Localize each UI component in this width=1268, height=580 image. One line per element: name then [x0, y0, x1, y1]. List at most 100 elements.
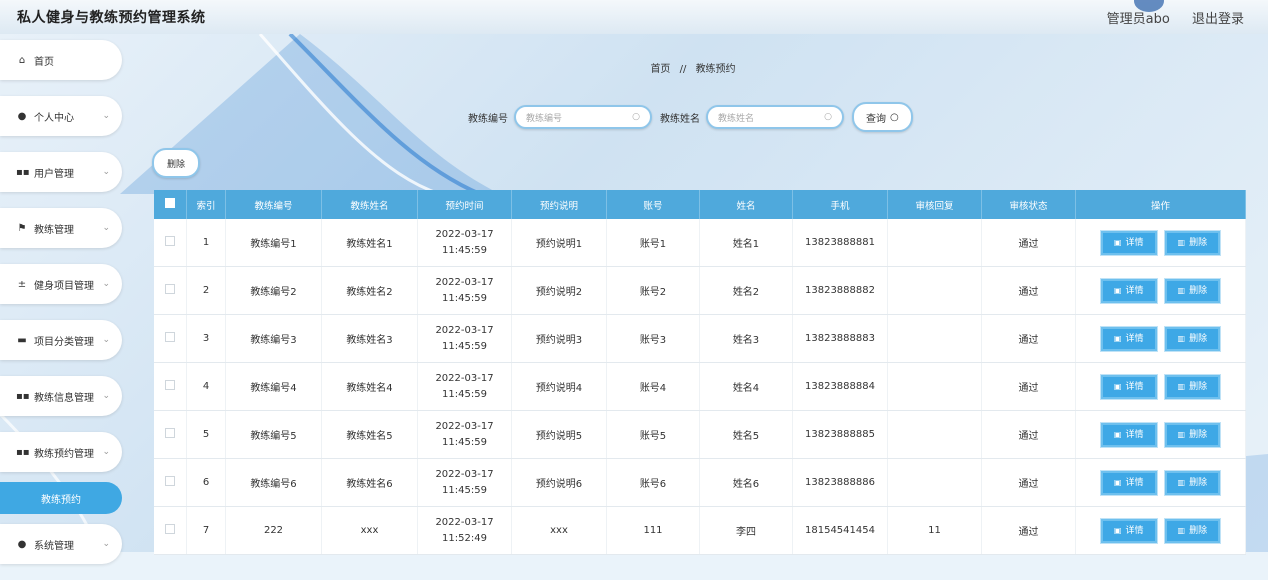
sidebar-subitem-coach-booking[interactable]: 教练预约 [0, 482, 122, 514]
detail-icon: ▣ [1113, 381, 1122, 391]
cell-coach-no: 教练编号1 [225, 219, 322, 267]
detail-button[interactable]: ▣ 详情 [1100, 422, 1157, 447]
cell-phone: 13823888885 [792, 410, 888, 459]
trash-icon: ▥ [1177, 285, 1186, 295]
cell-index: 1 [186, 219, 226, 267]
sidebar-item-system[interactable]: ● 系统管理 ⌄ [0, 524, 122, 564]
row-select-cell [154, 458, 187, 507]
col-header: 索引 [186, 190, 226, 219]
clear-icon: ○ [632, 112, 640, 122]
cell-name: 姓名6 [699, 458, 793, 507]
query-button[interactable]: 查询 ○ [852, 102, 913, 132]
main-content: 首页 // 教练预约 教练编号 教练编号 ○ 教练姓名 教练姓名 ○ 查询 ○ … [128, 40, 1258, 555]
cell-time: 2022-03-17 11:45:59 [417, 266, 512, 315]
delete-button[interactable]: ▥ 删除 [1164, 326, 1221, 351]
cell-account: 111 [606, 506, 700, 555]
row-checkbox[interactable] [165, 428, 175, 438]
cell-name: 姓名5 [699, 410, 793, 459]
cell-time: 2022-03-17 11:45:59 [417, 314, 512, 363]
sidebar-item-label: 教练信息管理 [34, 392, 94, 404]
delete-button[interactable]: ▥ 删除 [1164, 518, 1221, 543]
detail-button[interactable]: ▣ 详情 [1100, 470, 1157, 495]
coach-name-input[interactable]: 教练姓名 ○ [706, 105, 844, 129]
chevron-down-icon: ⌄ [102, 335, 110, 345]
sidebar-item-home[interactable]: ⌂ 首页 [0, 40, 122, 80]
detail-button[interactable]: ▣ 详情 [1100, 230, 1157, 255]
cell-status: 通过 [981, 458, 1076, 507]
col-header: 账号 [606, 190, 700, 219]
detail-label: 详情 [1125, 477, 1144, 488]
row-select-cell [154, 314, 187, 363]
delete-label: 删除 [1189, 429, 1208, 440]
cell-coach-name: 教练姓名6 [321, 458, 418, 507]
sidebar-item-users[interactable]: ▪▪ 用户管理 ⌄ [0, 152, 122, 192]
clear-icon: ○ [824, 112, 832, 122]
sidebar-item-profile[interactable]: ● 个人中心 ⌄ [0, 96, 122, 136]
delete-button[interactable]: ▥ 删除 [1164, 470, 1221, 495]
select-all-checkbox[interactable] [165, 198, 175, 208]
delete-button[interactable]: ▥ 删除 [1164, 230, 1221, 255]
header-actions: 管理员abo 退出登录 [1089, 8, 1244, 27]
detail-icon: ▣ [1113, 333, 1122, 343]
cell-coach-no: 教练编号5 [225, 410, 322, 459]
detail-button[interactable]: ▣ 详情 [1100, 518, 1157, 543]
cell-phone: 13823888884 [792, 362, 888, 411]
sidebar-item-coaches[interactable]: ⚑ 教练管理 ⌄ [0, 208, 122, 248]
bookmark-icon: ▬ [17, 334, 27, 346]
col-header: 审核状态 [981, 190, 1076, 219]
cell-index: 7 [186, 506, 226, 555]
table-row: 6 教练编号6 教练姓名6 2022-03-17 11:45:59 预约说明6 … [154, 458, 1246, 507]
row-checkbox[interactable] [165, 236, 175, 246]
batch-delete-button[interactable]: 删除 [152, 148, 201, 178]
col-header: 操作 [1075, 190, 1246, 219]
table-body: 1 教练编号1 教练姓名1 2022-03-17 11:45:59 预约说明1 … [154, 219, 1246, 555]
row-checkbox[interactable] [165, 524, 175, 534]
row-checkbox[interactable] [165, 332, 175, 342]
col-header: 教练姓名 [321, 190, 418, 219]
trash-icon: ▥ [1177, 429, 1186, 439]
coach-no-input[interactable]: 教练编号 ○ [514, 105, 652, 129]
sidebar-item-coach-info[interactable]: ▪▪ 教练信息管理 ⌄ [0, 376, 122, 416]
detail-button[interactable]: ▣ 详情 [1100, 278, 1157, 303]
detail-button[interactable]: ▣ 详情 [1100, 326, 1157, 351]
row-checkbox[interactable] [165, 380, 175, 390]
delete-label: 删除 [1189, 525, 1208, 536]
delete-button[interactable]: ▥ 删除 [1164, 422, 1221, 447]
row-checkbox[interactable] [165, 476, 175, 486]
chevron-down-icon: ⌄ [102, 167, 110, 177]
cell-status: 通过 [981, 362, 1076, 411]
cell-coach-no: 教练编号2 [225, 266, 322, 315]
logout-button[interactable]: 退出登录 [1192, 12, 1244, 27]
chevron-down-icon: ⌄ [102, 223, 110, 233]
cell-note: 预约说明5 [511, 410, 607, 459]
trash-icon: ▥ [1177, 525, 1186, 535]
detail-button[interactable]: ▣ 详情 [1100, 374, 1157, 399]
select-all-cell [154, 190, 187, 219]
breadcrumb-home[interactable]: 首页 [650, 64, 670, 75]
delete-button[interactable]: ▥ 删除 [1164, 374, 1221, 399]
sidebar-item-coach-booking[interactable]: ▪▪ 教练预约管理 ⌄ [0, 432, 122, 472]
detail-icon: ▣ [1113, 429, 1122, 439]
cell-reply [887, 458, 982, 507]
col-header: 姓名 [699, 190, 793, 219]
cell-reply [887, 410, 982, 459]
row-select-cell [154, 506, 187, 555]
cell-index: 6 [186, 458, 226, 507]
row-select-cell [154, 410, 187, 459]
delete-button[interactable]: ▥ 删除 [1164, 278, 1221, 303]
cell-account: 账号1 [606, 219, 700, 267]
sidebar-item-label: 教练预约管理 [34, 448, 94, 460]
user-icon: ● [17, 110, 27, 122]
grid-icon: ▪▪ [16, 166, 30, 178]
cell-coach-name: 教练姓名1 [321, 219, 418, 267]
delete-label: 删除 [1189, 477, 1208, 488]
cell-account: 账号6 [606, 458, 700, 507]
trash-icon: ▥ [1177, 381, 1186, 391]
sidebar-item-fitness-projects[interactable]: ± 健身项目管理 ⌄ [0, 264, 122, 304]
table-row: 2 教练编号2 教练姓名2 2022-03-17 11:45:59 预约说明2 … [154, 266, 1246, 315]
sidebar-item-project-categories[interactable]: ▬ 项目分类管理 ⌄ [0, 320, 122, 360]
cell-reply [887, 219, 982, 267]
row-select-cell [154, 219, 187, 267]
current-user: 管理员abo [1106, 12, 1170, 27]
row-checkbox[interactable] [165, 284, 175, 294]
